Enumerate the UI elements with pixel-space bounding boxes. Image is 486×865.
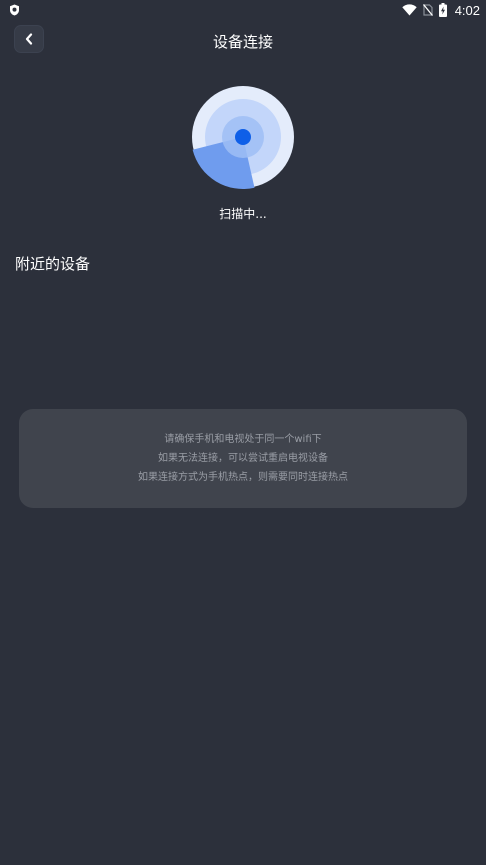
battery-charging-icon [438,3,447,17]
radar-scanner-icon [192,86,294,189]
no-sim-icon [422,4,433,16]
tip-line: 请确保手机和电视处于同一个wifi下 [164,433,322,445]
status-bar: 4:02 [0,0,486,20]
nearby-devices-title: 附近的设备 [15,255,91,273]
wifi-icon [401,4,417,16]
screen: 4:02 设备连接 扫描中... 附近的设备 请确保手机和电视处于同一个wifi… [0,0,486,865]
page-title: 设备连接 [212,33,273,51]
status-time: 4:02 [454,2,480,18]
tip-line: 如果连接方式为手机热点，则需要同时连接热点 [138,471,348,483]
connection-tips-card: 请确保手机和电视处于同一个wifi下 如果无法连接，可以尝试重启电视设备 如果连… [19,409,467,508]
status-icons: 4:02 [401,1,480,19]
shield-icon [10,4,19,16]
tip-line: 如果无法连接，可以尝试重启电视设备 [158,452,328,464]
scan-status-text: 扫描中... [219,207,267,221]
